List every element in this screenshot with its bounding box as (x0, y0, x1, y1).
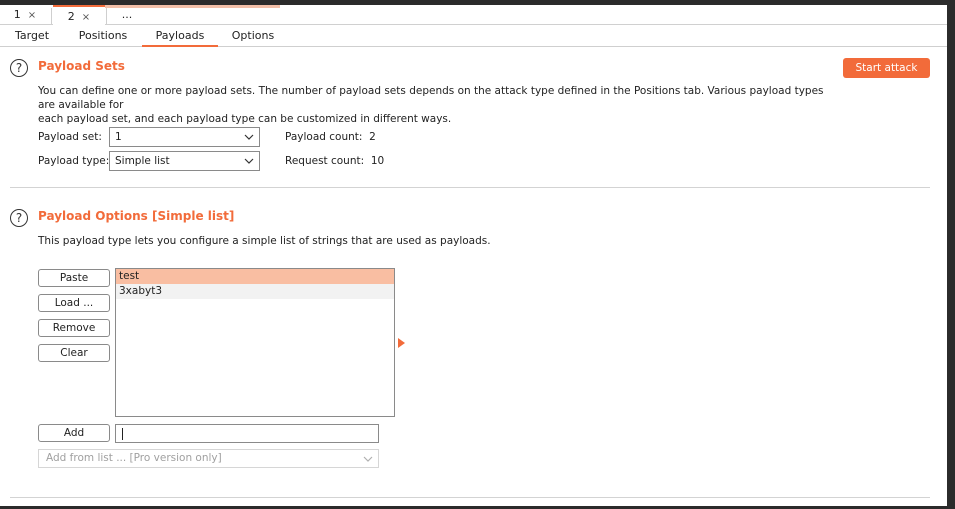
add-from-list-select: Add from list ... [Pro version only] (38, 449, 379, 468)
list-item[interactable]: 3xabyt3 (116, 284, 394, 299)
payload-options-description: This payload type lets you configure a s… (38, 235, 491, 247)
request-count-label: Request count: 10 (285, 155, 384, 167)
instance-tab-label: 2 (67, 10, 75, 23)
payload-type-select[interactable]: Simple list (109, 151, 260, 171)
payload-count-label: Payload count: 2 (285, 131, 376, 143)
load-button[interactable]: Load ... (38, 294, 110, 312)
add-payload-input[interactable] (115, 424, 379, 443)
chevron-down-icon (363, 456, 373, 462)
payload-sets-title: Payload Sets (38, 59, 125, 73)
start-attack-button[interactable]: Start attack (843, 58, 930, 78)
payload-set-select[interactable]: 1 (109, 127, 260, 147)
payload-set-value: 1 (115, 131, 122, 143)
paste-button[interactable]: Paste (38, 269, 110, 287)
instance-tab-label: 1 (13, 8, 21, 21)
intruder-sub-tabs: Target Positions Payloads Options (0, 26, 947, 47)
text-caret (122, 428, 123, 440)
section-divider (10, 497, 930, 498)
new-tab-button[interactable]: ... (112, 5, 142, 25)
window-right-edge (947, 0, 955, 509)
tab-positions[interactable]: Positions (72, 26, 134, 47)
add-from-list-label: Add from list ... [Pro version only] (46, 452, 222, 464)
instance-tab-1[interactable]: 1 × (5, 5, 45, 25)
close-icon[interactable]: × (82, 12, 90, 23)
clear-button[interactable]: Clear (38, 344, 110, 362)
payload-count-caption: Payload count: (285, 131, 363, 143)
section-divider (10, 187, 930, 188)
tab-payloads[interactable]: Payloads (142, 26, 218, 47)
payload-type-value: Simple list (115, 155, 170, 167)
payload-list[interactable]: test 3xabyt3 (115, 268, 395, 417)
triangle-right-icon[interactable] (398, 338, 405, 348)
chevron-down-icon (244, 134, 254, 140)
intruder-instance-tabs: 1 × 2 × ... (0, 5, 947, 27)
tab-divider (106, 8, 107, 24)
help-circle-icon[interactable]: ? (10, 209, 28, 227)
chevron-down-icon (244, 158, 254, 164)
remove-button[interactable]: Remove (38, 319, 110, 337)
add-button[interactable]: Add (38, 424, 110, 442)
tab-options[interactable]: Options (226, 26, 280, 47)
description-line: You can define one or more payload sets.… (38, 85, 824, 111)
tab-target[interactable]: Target (8, 26, 56, 47)
payload-count-value: 2 (369, 131, 376, 143)
help-circle-icon[interactable]: ? (10, 59, 28, 77)
description-line: each payload set, and each payload type … (38, 113, 452, 125)
request-count-value: 10 (370, 155, 385, 167)
tab-divider (51, 8, 52, 24)
payload-type-label: Payload type: (38, 155, 110, 167)
payload-sets-description: You can define one or more payload sets.… (38, 84, 838, 126)
instance-tab-2[interactable]: 2 × (53, 5, 105, 27)
close-icon[interactable]: × (28, 10, 36, 21)
payload-set-label: Payload set: (38, 131, 102, 143)
payload-options-title: Payload Options [Simple list] (38, 209, 235, 223)
list-item[interactable]: test (116, 269, 394, 284)
new-tab-label: ... (121, 8, 133, 21)
request-count-caption: Request count: (285, 155, 365, 167)
